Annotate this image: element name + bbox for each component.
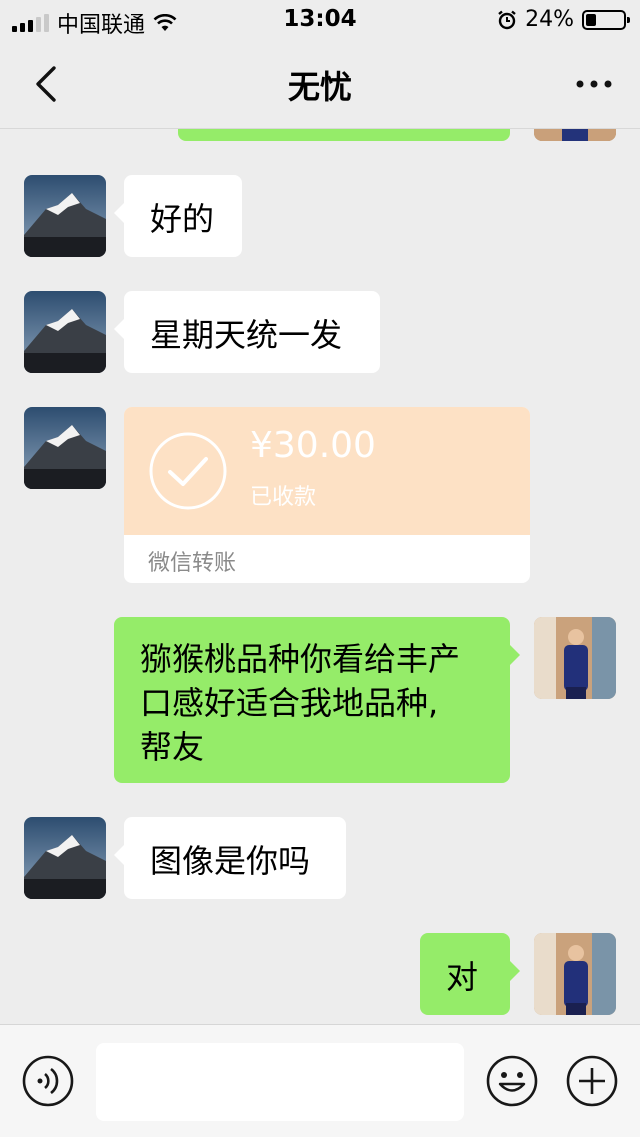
contact-avatar[interactable] <box>24 175 106 257</box>
message-bubble[interactable]: 好的 <box>114 175 242 257</box>
message-bubble[interactable]: 猕猴桃品种你看给丰产 口感好适合我地品种, 帮友 <box>114 617 520 783</box>
transfer-amount: ¥30.00 <box>250 425 376 466</box>
transfer-footer: 微信转账 <box>148 551 237 576</box>
status-bar: 中国联通 13:04 24% <box>0 0 640 40</box>
message-bubble-partial <box>178 129 510 141</box>
transfer-card[interactable]: ¥30.00 已收款 微信转账 <box>124 407 530 583</box>
voice-icon[interactable] <box>22 1055 74 1107</box>
contact-avatar[interactable] <box>24 291 106 373</box>
message-line: 帮友 <box>140 728 205 766</box>
nav-bar: 无忧 <box>0 40 640 129</box>
more-icon[interactable] <box>572 62 616 106</box>
chat-area[interactable]: 好的 星期天统一发 ¥30.00 已收款 微信转账 猕猴桃品种你看给丰产 口感好… <box>0 129 640 1024</box>
transfer-status: 已收款 <box>250 485 317 510</box>
message-line: 猕猴桃品种你看给丰产 <box>140 640 461 678</box>
chat-title: 无忧 <box>287 68 352 106</box>
message-bubble[interactable]: 星期天统一发 <box>114 291 380 373</box>
my-avatar[interactable] <box>534 129 616 141</box>
message-bubble[interactable]: 对 <box>420 933 520 1015</box>
alarm-icon <box>498 10 516 29</box>
input-bar <box>0 1024 640 1137</box>
check-circle-icon <box>149 432 227 510</box>
emoji-icon[interactable] <box>486 1055 538 1107</box>
contact-avatar[interactable] <box>24 817 106 899</box>
my-avatar[interactable] <box>534 933 616 1015</box>
plus-icon[interactable] <box>566 1055 618 1107</box>
battery-icon <box>582 9 630 30</box>
contact-avatar[interactable] <box>24 407 106 489</box>
my-avatar[interactable] <box>534 617 616 699</box>
message-input[interactable] <box>96 1043 464 1121</box>
message-line: 口感好适合我地品种, <box>140 684 439 722</box>
message-bubble[interactable]: 图像是你吗 <box>114 817 346 899</box>
battery-percent: 24% <box>525 7 574 32</box>
